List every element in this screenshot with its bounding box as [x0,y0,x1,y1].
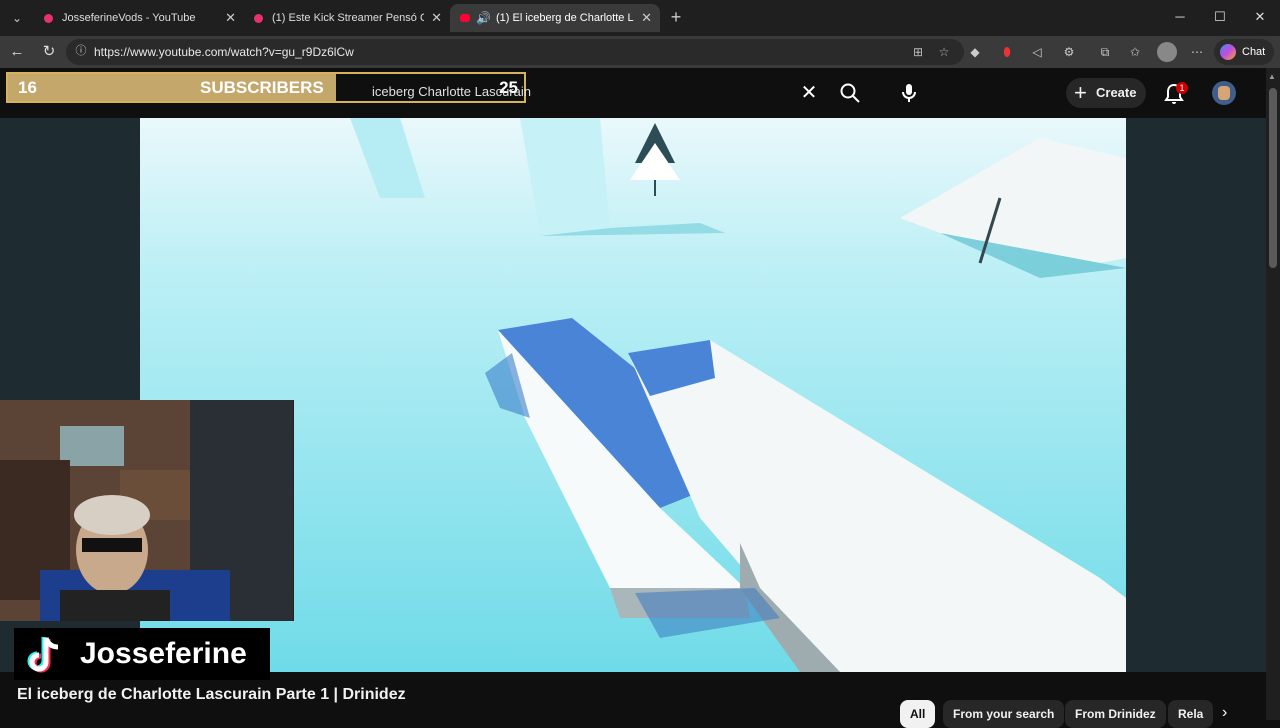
browser-tab[interactable]: (1) Este Kick Streamer Pensó Que P ✕ [244,4,450,32]
browser-tab-active[interactable]: 🔊 (1) El iceberg de Charlotte Las ✕ [450,4,660,32]
site-info-icon[interactable]: ⓘ [74,44,88,58]
back-arrow-icon[interactable]: ← [6,42,28,62]
maximize-icon[interactable]: ☐ [1210,6,1230,28]
address-bar[interactable]: ⓘ https://www.youtube.com/watch?v=gu_r9D… [66,39,964,65]
webcam-overlay [0,400,294,621]
video-title: El iceberg de Charlotte Lascurain Parte … [17,686,406,703]
tab-close-icon[interactable]: ✕ [641,4,652,32]
create-button[interactable]: + Create [1066,78,1146,108]
extension-shield-icon[interactable]: ⬮ [998,43,1016,61]
search-icon[interactable] [838,81,862,105]
chevron-right-icon[interactable]: › [1222,704,1227,722]
clear-search-icon[interactable]: ✕ [798,82,820,104]
chip-from-drinidez[interactable]: From Drinidez [1065,700,1166,728]
split-screen-icon[interactable]: ⧉ [1096,43,1114,61]
streamer-brand-banner: Josseferine [14,628,270,680]
chip-all[interactable]: All [900,700,936,728]
browser-toolbar: ← ↻ ⓘ https://www.youtube.com/watch?v=gu… [0,36,1280,68]
tab-close-icon[interactable]: ✕ [431,4,442,32]
chip-related[interactable]: Rela [1168,700,1214,728]
streamer-name: Josseferine [80,637,247,670]
refresh-icon[interactable]: ↻ [38,42,60,62]
app-available-icon[interactable]: ⊞ [910,44,926,60]
minimize-icon[interactable]: ─ [1170,6,1190,28]
page-scrollbar[interactable]: ▲ [1266,68,1280,720]
url-text[interactable]: https://www.youtube.com/watch?v=gu_r9Dz6… [94,39,354,65]
subscriber-current-count: 16 [18,78,37,97]
favorites-icon[interactable]: ✩ [1126,43,1144,61]
extension-volume-icon[interactable]: ◁ [1028,43,1046,61]
browser-tab[interactable]: JosseferineVods - YouTube ✕ [34,4,244,32]
tab-title: JosseferineVods - YouTube [62,12,196,24]
copilot-chat-button[interactable]: Chat [1214,39,1274,65]
tab-close-icon[interactable]: ✕ [225,4,236,32]
copilot-icon [1220,44,1236,60]
browser-tab-strip: ⌄ JosseferineVods - YouTube ✕ (1) Este K… [0,0,1280,36]
youtube-favicon-icon [460,14,470,22]
microphone-icon[interactable] [897,81,921,105]
create-label: Create [1096,85,1137,100]
extension-diamond-icon[interactable]: ◆ [966,43,984,61]
speaker-icon[interactable]: 🔊 [476,4,491,32]
profile-avatar[interactable] [1157,42,1177,62]
tab-title: (1) Este Kick Streamer Pensó Que P [272,12,424,24]
extensions-puzzle-icon[interactable]: ⚙ [1060,43,1078,61]
tab-favicon-icon [254,14,263,23]
player-letterbox-right [1126,118,1266,672]
window-close-icon[interactable]: ✕ [1250,6,1270,28]
plus-icon: + [1074,80,1087,105]
subscriber-label: SUBSCRIBERS [200,78,324,97]
scroll-up-icon[interactable]: ▲ [1268,72,1276,81]
notification-badge: 1 [1176,82,1188,94]
tab-actions-menu-icon[interactable]: ⌄ [6,8,28,28]
chat-label: Chat [1242,46,1266,58]
more-options-icon[interactable]: ⋯ [1188,43,1206,61]
favorite-star-icon[interactable]: ☆ [936,44,952,60]
webcam-feed [0,400,293,621]
search-input[interactable]: iceberg Charlotte Lascurain [372,84,531,99]
scrollbar-thumb[interactable] [1269,88,1277,268]
tab-title: (1) El iceberg de Charlotte Las [496,12,634,24]
avatar-face [1218,86,1230,100]
tiktok-logo-icon [22,634,68,676]
chip-from-your-search[interactable]: From your search [943,700,1065,728]
new-tab-button[interactable]: + [666,6,686,28]
account-avatar[interactable] [1212,81,1236,105]
tab-favicon-icon [44,14,53,23]
